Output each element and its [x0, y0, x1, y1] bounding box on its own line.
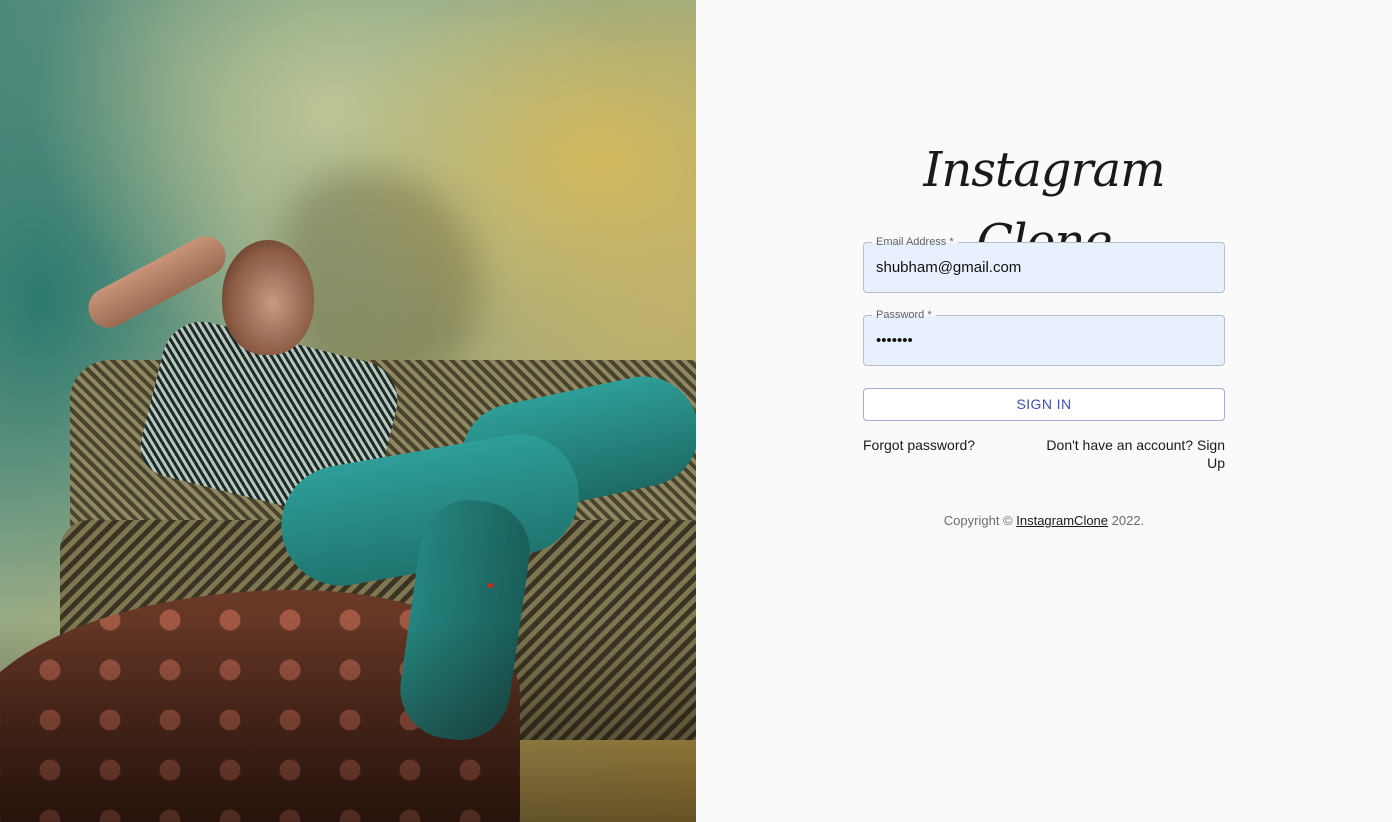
copyright: Copyright © InstagramClone 2022. [863, 512, 1225, 529]
sign-up-link[interactable]: Don't have an account? Sign Up [1038, 436, 1225, 472]
person-head [222, 240, 314, 355]
person-arm [81, 229, 233, 335]
cursor-dot [488, 583, 493, 588]
signin-page: Instagram Clone Email Address * Password… [0, 0, 1392, 822]
email-field[interactable]: Email Address * [863, 236, 1225, 293]
password-field[interactable]: Password * [863, 309, 1225, 366]
copyright-prefix: Copyright © [943, 513, 1017, 528]
login-panel: Instagram Clone Email Address * Password… [696, 0, 1392, 822]
password-input[interactable] [876, 316, 1206, 365]
sign-in-button[interactable]: SIGN IN [863, 388, 1225, 421]
floor-shade [0, 622, 696, 822]
copyright-suffix: 2022. [1108, 513, 1145, 528]
forgot-password-link[interactable]: Forgot password? [863, 436, 975, 454]
copyright-link[interactable]: InstagramClone [1016, 513, 1108, 528]
email-input[interactable] [876, 243, 1206, 292]
hero-photo [0, 0, 696, 822]
